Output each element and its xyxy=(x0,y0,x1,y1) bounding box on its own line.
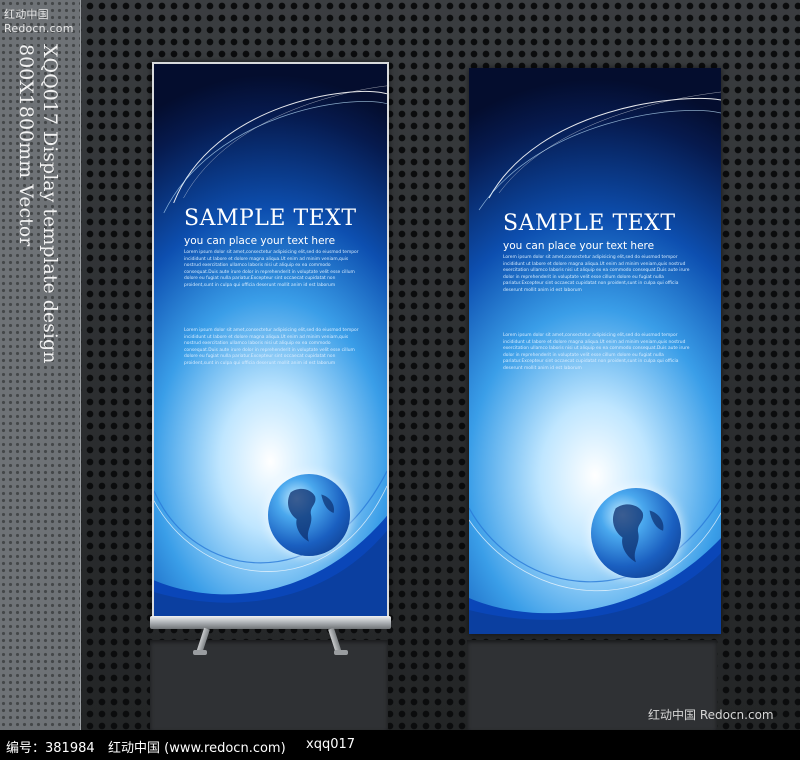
banner-left-body-2: Lorem ipsum dolor sit amet,consectetur a… xyxy=(184,328,359,366)
banner-right-body-2: Lorem ipsum dolor sit amet,consectetur a… xyxy=(503,333,690,371)
globe-icon xyxy=(268,474,350,556)
watermark-bottom-right: 红动中国 Redocn.com xyxy=(648,708,774,722)
banner-left: SAMPLE TEXT you can place your text here… xyxy=(152,62,389,618)
vertical-caption-line-2: 800X1800mm Vector xyxy=(15,44,37,247)
stand-base xyxy=(150,616,391,629)
banner-left-title: SAMPLE TEXT xyxy=(184,206,357,231)
pedestal-left xyxy=(150,640,388,730)
footer-id: 编号：381984 xyxy=(6,741,95,756)
watermark-top-left: 红动中国 Redocn.com xyxy=(4,8,74,35)
vertical-caption: XQQ017 Display template design 800X1800m… xyxy=(14,44,62,363)
stand-foot-right xyxy=(334,650,348,655)
vertical-caption-line-1: XQQ017 Display template design xyxy=(39,44,61,364)
banner-right-subtitle: you can place your text here xyxy=(503,240,655,252)
side-strip: 红动中国 Redocn.com XQQ017 Display template … xyxy=(0,0,81,730)
footer-site: 红动中国 (www.redocn.com) xyxy=(108,741,286,756)
banner-left-body-1: Lorem ipsum dolor sit amet,consectetur a… xyxy=(184,250,359,288)
banner-left-subtitle: you can place your text here xyxy=(184,235,336,247)
banner-right: SAMPLE TEXT you can place your text here… xyxy=(469,68,721,634)
globe-icon xyxy=(591,488,681,578)
stand-foot-left xyxy=(193,650,207,655)
footer-bar: 编号：381984 红动中国 (www.redocn.com) xqq017 xyxy=(0,730,800,760)
banner-right-body-1: Lorem ipsum dolor sit amet,consectetur a… xyxy=(503,255,690,293)
banner-right-title: SAMPLE TEXT xyxy=(503,211,676,236)
footer-code: xqq017 xyxy=(306,737,356,752)
